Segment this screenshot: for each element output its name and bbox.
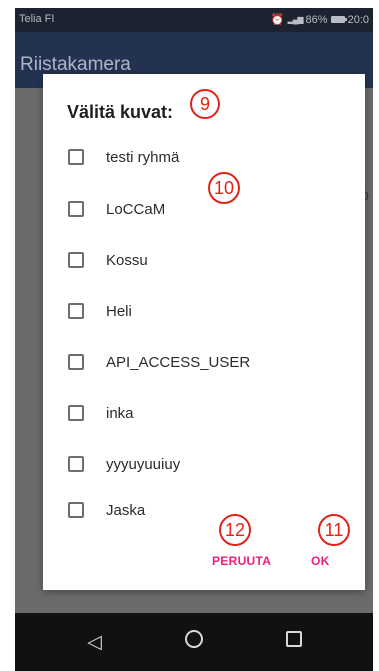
- checkbox[interactable]: [68, 502, 84, 518]
- battery-percent: 86%: [305, 13, 328, 26]
- option-loccam[interactable]: LoCCaM: [68, 194, 338, 224]
- carrier-label: Telia FI: [19, 13, 55, 25]
- recents-icon[interactable]: [274, 631, 314, 653]
- option-label: Jaska: [106, 501, 146, 519]
- option-label: Heli: [106, 302, 132, 320]
- status-icons: ⏰ ▂▄▆ 86% 20:0: [270, 13, 369, 27]
- option-label: yyyuyuuiuy: [106, 455, 181, 473]
- alarm-icon: ⏰: [270, 14, 285, 26]
- annotation-marker-11: 11: [318, 514, 350, 546]
- battery-icon: [330, 16, 347, 23]
- navigation-bar: ◁: [15, 613, 373, 671]
- checkbox[interactable]: [68, 252, 84, 268]
- checkbox[interactable]: [68, 456, 84, 472]
- annotation-marker-12: 12: [219, 514, 251, 546]
- forward-images-dialog: Välitä kuvat: testi ryhmä LoCCaM Kossu H…: [43, 74, 365, 590]
- clock: 20:0: [347, 13, 369, 26]
- checkbox[interactable]: [68, 303, 84, 319]
- app-title: Riistakamera: [20, 54, 131, 75]
- option-api-access-user[interactable]: API_ACCESS_USER: [68, 347, 338, 377]
- back-icon[interactable]: ◁: [75, 631, 115, 654]
- option-inka[interactable]: inka: [68, 398, 338, 428]
- checkbox[interactable]: [68, 354, 84, 370]
- option-testi-ryhma[interactable]: testi ryhmä: [68, 142, 338, 172]
- annotation-marker-9: 9: [190, 89, 220, 119]
- option-label: LoCCaM: [106, 200, 166, 218]
- option-jaska[interactable]: Jaska: [68, 495, 338, 525]
- checkbox[interactable]: [68, 149, 84, 165]
- option-heli[interactable]: Heli: [68, 296, 338, 326]
- status-bar: Telia FI ⏰ ▂▄▆ 86% 20:0: [15, 8, 373, 32]
- ok-button[interactable]: OK: [311, 554, 330, 568]
- dialog-title: Välitä kuvat:: [67, 102, 174, 122]
- home-icon[interactable]: [174, 630, 214, 654]
- checkbox[interactable]: [68, 405, 84, 421]
- option-label: inka: [106, 404, 134, 422]
- option-kossu[interactable]: Kossu: [68, 245, 338, 275]
- signal-icon: ▂▄▆: [287, 15, 304, 24]
- cancel-button[interactable]: PERUUTA: [212, 554, 271, 568]
- checkbox[interactable]: [68, 201, 84, 217]
- option-label: Kossu: [106, 251, 148, 269]
- annotation-marker-10: 10: [208, 172, 240, 204]
- option-yyyuyuuiuy[interactable]: yyyuyuuiuy: [68, 449, 338, 479]
- option-label: API_ACCESS_USER: [106, 353, 251, 371]
- option-label: testi ryhmä: [106, 148, 180, 166]
